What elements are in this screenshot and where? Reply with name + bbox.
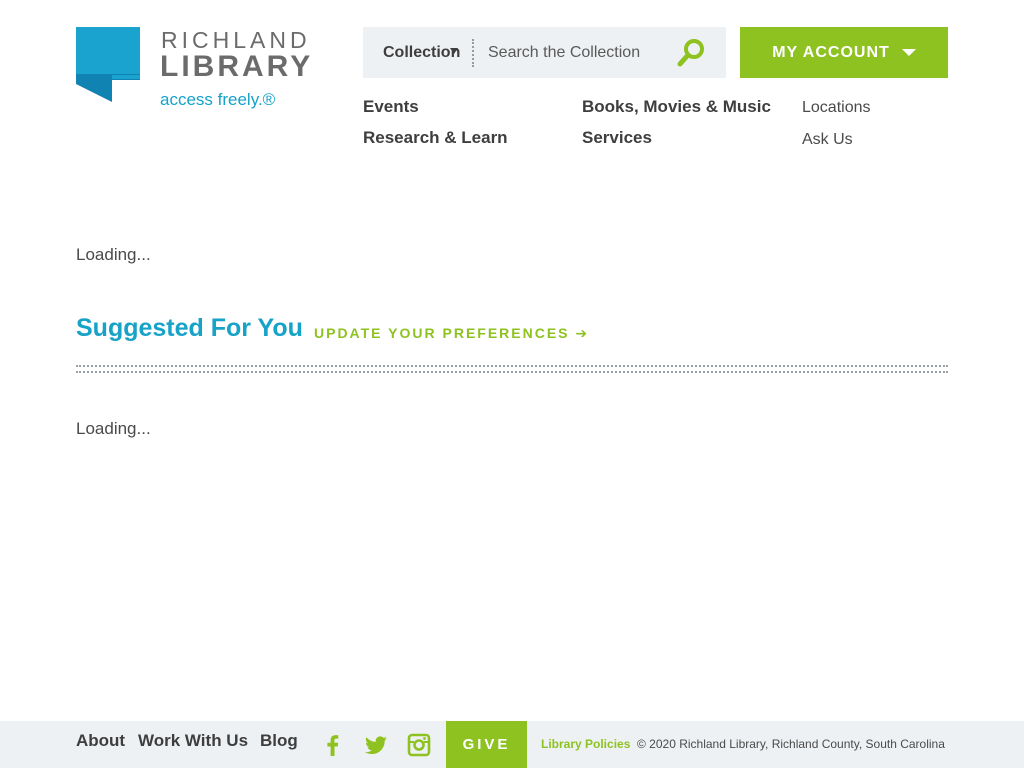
caret-down-icon xyxy=(901,49,916,56)
nav-events[interactable]: Events xyxy=(363,97,419,117)
footer-link-blog[interactable]: Blog xyxy=(260,731,298,751)
loading-text-suggestions: Loading... xyxy=(76,419,151,438)
facebook-icon[interactable] xyxy=(321,733,345,757)
section-divider xyxy=(76,365,948,373)
nav-locations[interactable]: Locations xyxy=(802,99,871,117)
logo-mark-icon xyxy=(76,27,140,102)
chevron-down-icon xyxy=(450,48,458,54)
logo-name-line2: LIBRARY xyxy=(160,50,314,83)
search-icon[interactable] xyxy=(675,37,707,69)
nav-research-learn[interactable]: Research & Learn xyxy=(363,128,508,148)
nav-books-movies-music[interactable]: Books, Movies & Music xyxy=(582,97,771,117)
loading-text: Loading... xyxy=(76,245,151,264)
search-divider xyxy=(472,39,474,67)
search-scope-label: Collection xyxy=(383,43,461,61)
nav-services[interactable]: Services xyxy=(582,128,652,148)
update-preferences-link[interactable]: UPDATE YOUR PREFERENCES ➔ xyxy=(314,325,589,342)
search-input[interactable] xyxy=(481,37,661,69)
give-button[interactable]: GIVE xyxy=(446,721,527,768)
search-bar: Collection xyxy=(363,27,726,78)
footer-link-work-with-us[interactable]: Work With Us xyxy=(138,731,248,751)
logo-tagline: access freely.® xyxy=(160,90,276,109)
site-footer: About Work With Us Blog GIVE Library Pol… xyxy=(0,721,1024,768)
library-logo[interactable]: RICHLAND LIBRARY access freely.® xyxy=(76,27,326,117)
my-account-button[interactable]: MY ACCOUNT xyxy=(740,27,948,78)
library-policies-link[interactable]: Library Policies xyxy=(541,737,630,751)
twitter-icon[interactable] xyxy=(364,733,388,757)
my-account-label: MY ACCOUNT xyxy=(772,43,890,61)
copyright-text: © 2020 Richland Library, Richland County… xyxy=(637,737,945,751)
nav-ask-us[interactable]: Ask Us xyxy=(802,131,853,149)
instagram-icon[interactable] xyxy=(407,733,431,757)
suggested-heading: Suggested For You xyxy=(76,314,303,342)
footer-link-about[interactable]: About xyxy=(76,731,125,751)
